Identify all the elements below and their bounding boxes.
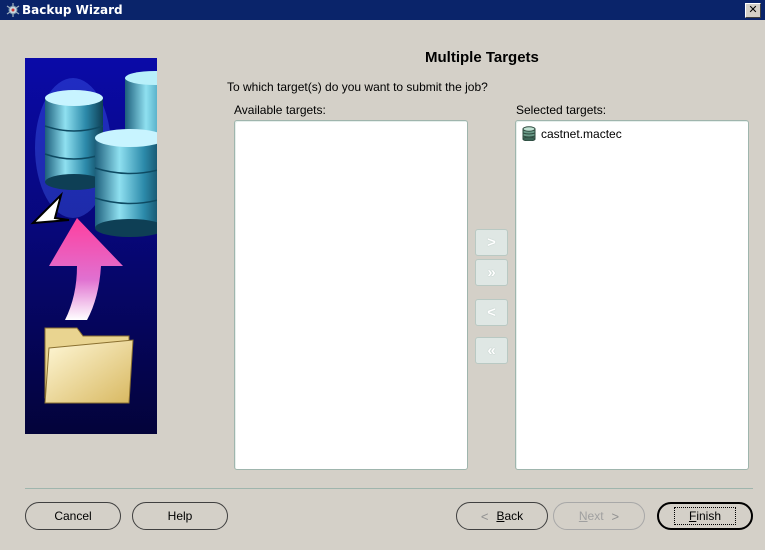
back-button[interactable]: < Back [456, 502, 548, 530]
instruction-text: To which target(s) do you want to submit… [227, 80, 488, 94]
window-title: Backup Wizard [22, 3, 123, 17]
folder-icon [44, 327, 134, 404]
move-button[interactable]: > [475, 229, 508, 256]
selected-targets-list[interactable]: castnet.mactec [515, 120, 749, 470]
target-name: castnet.mactec [541, 126, 622, 141]
backup-wizard-icon [6, 3, 20, 17]
cancel-button[interactable]: Cancel [25, 502, 121, 530]
separator [25, 488, 753, 489]
finish-button[interactable]: Finish [657, 502, 753, 530]
title-bar: Backup Wizard ✕ [0, 0, 765, 20]
remove-all-button[interactable]: « [475, 337, 508, 364]
chevron-right-icon: > [611, 508, 620, 524]
wizard-illustration [25, 58, 157, 434]
database-icon [94, 129, 157, 237]
remove-button[interactable]: < [475, 299, 508, 326]
move-all-button[interactable]: » [475, 259, 508, 286]
help-button[interactable]: Help [132, 502, 228, 530]
page-title: Multiple Targets [425, 49, 539, 66]
list-item[interactable]: castnet.mactec [522, 126, 622, 141]
selected-targets-label: Selected targets: [516, 103, 607, 117]
close-icon[interactable]: ✕ [745, 3, 761, 18]
available-targets-list[interactable] [234, 120, 468, 470]
chevron-left-icon: < [480, 508, 489, 524]
database-icon [522, 126, 536, 141]
next-button[interactable]: Next > [553, 502, 645, 530]
available-targets-label: Available targets: [234, 103, 326, 117]
